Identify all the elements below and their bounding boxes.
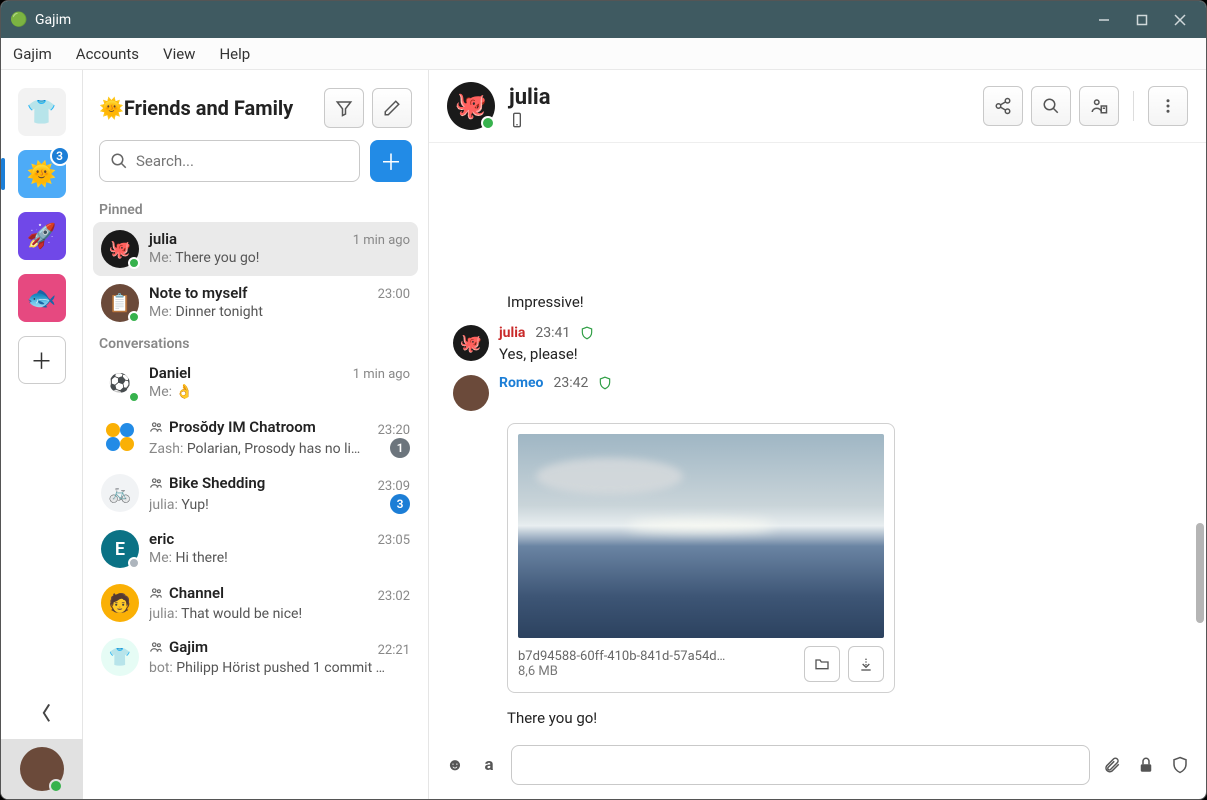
- search-box[interactable]: [99, 140, 360, 182]
- message-input[interactable]: [511, 745, 1090, 785]
- close-button[interactable]: [1172, 14, 1188, 26]
- conversation-item[interactable]: 📋 Note to myself23:00 Me: Dinner tonight: [93, 276, 418, 330]
- scrollbar-thumb[interactable]: [1196, 523, 1204, 623]
- search-chat-button[interactable]: [1031, 86, 1071, 126]
- emoji-button[interactable]: ☻: [443, 753, 467, 777]
- chat-header: 🐙 julia: [429, 70, 1206, 143]
- conversation-item[interactable]: 🧑 Channel23:02 julia: That would be nice…: [93, 576, 418, 630]
- open-folder-button[interactable]: [804, 646, 840, 682]
- chat-avatar[interactable]: 🐙: [447, 82, 495, 130]
- message-block: Romeo 23:42: [453, 375, 1182, 411]
- attach-button[interactable]: [1100, 753, 1124, 777]
- new-chat-button[interactable]: ＋: [370, 140, 412, 182]
- contact-info-button[interactable]: [1079, 86, 1119, 126]
- chat-title: julia: [509, 85, 550, 110]
- menu-view[interactable]: View: [163, 45, 195, 63]
- section-conversations: Conversations: [83, 330, 428, 356]
- message-time: 23:42: [553, 375, 588, 391]
- presence-indicator: [49, 779, 63, 793]
- attachment-size: 8,6 MB: [518, 664, 796, 679]
- attachment-image[interactable]: [518, 434, 884, 638]
- window-title: Gajim: [35, 12, 1096, 28]
- device-icon: [509, 112, 550, 128]
- download-button[interactable]: [848, 646, 884, 682]
- message-text: Impressive!: [507, 293, 1182, 311]
- chat-messages[interactable]: Impressive! 🐙 julia 23:41 Yes, please!: [429, 143, 1206, 737]
- message-text: There you go!: [507, 709, 1182, 727]
- add-workspace-button[interactable]: ＋: [18, 336, 66, 384]
- workspace-badge: 3: [50, 146, 70, 166]
- app-icon: 🟢: [11, 12, 27, 28]
- search-input[interactable]: [136, 152, 349, 170]
- workspace-fish[interactable]: 🐟: [18, 274, 66, 322]
- presence-indicator: [481, 116, 495, 130]
- message-avatar: 🐙: [453, 325, 489, 361]
- message-avatar: [453, 375, 489, 411]
- message-block: 🐙 julia 23:41 Yes, please!: [453, 325, 1182, 363]
- menu-gajim[interactable]: Gajim: [13, 45, 52, 63]
- attachment-card: b7d94588-60ff-410b-841d-57a54d… 8,6 MB: [507, 423, 895, 693]
- chat-pane: 🐙 julia Impressive!: [429, 70, 1206, 799]
- section-pinned: Pinned: [83, 196, 428, 222]
- conversation-item[interactable]: 🐙 julia1 min ago Me: There you go!: [93, 222, 418, 276]
- format-button[interactable]: a: [477, 753, 501, 777]
- edit-button[interactable]: [372, 88, 412, 128]
- encryption-icon: [598, 376, 612, 390]
- shield-button[interactable]: [1168, 753, 1192, 777]
- workspace-friends[interactable]: 🌞3: [18, 150, 66, 198]
- back-button[interactable]: 〈: [1, 687, 83, 739]
- titlebar[interactable]: 🟢 Gajim: [1, 1, 1206, 38]
- conversation-item[interactable]: 👕 Gajim22:21 bot: Philipp Hörist pushed …: [93, 630, 418, 684]
- conversation-item[interactable]: ⚽ Daniel1 min ago Me: 👌: [93, 356, 418, 410]
- workspace-rail: 👕 🌞3 🚀 🐟 ＋ 〈: [1, 70, 83, 799]
- encryption-icon: [580, 326, 594, 340]
- menu-help[interactable]: Help: [219, 45, 250, 63]
- conversation-item[interactable]: E eric23:05 Me: Hi there!: [93, 522, 418, 576]
- workspace-default[interactable]: 👕: [18, 88, 66, 136]
- filter-button[interactable]: [324, 88, 364, 128]
- conversation-item[interactable]: 🚲 Bike Shedding23:09 julia: Yup!3: [93, 466, 418, 522]
- share-button[interactable]: [983, 86, 1023, 126]
- more-menu-button[interactable]: [1148, 86, 1188, 126]
- message-sender: Romeo: [499, 375, 543, 391]
- encryption-button[interactable]: [1134, 753, 1158, 777]
- menu-accounts[interactable]: Accounts: [76, 45, 139, 63]
- app-window: 🟢 Gajim Gajim Accounts View Help 👕 🌞3 🚀 …: [0, 0, 1207, 800]
- message-text: Yes, please!: [499, 345, 594, 363]
- maximize-button[interactable]: [1134, 14, 1150, 26]
- conversation-list-pane: 🌞Friends and Family ＋ Pinned 🐙 julia1 mi…: [83, 70, 429, 799]
- minimize-button[interactable]: [1096, 14, 1112, 26]
- account-avatar[interactable]: [1, 739, 83, 799]
- search-icon: [110, 152, 128, 170]
- workspace-rocket[interactable]: 🚀: [18, 212, 66, 260]
- message-time: 23:41: [535, 325, 570, 341]
- menubar: Gajim Accounts View Help: [1, 38, 1206, 70]
- workspace-title: 🌞Friends and Family: [99, 96, 316, 120]
- conversation-item[interactable]: Prosŏdy IM Chatroom23:20 Zash: Polarian,…: [93, 410, 418, 466]
- chat-input-bar: ☻ a: [429, 737, 1206, 799]
- message-sender: julia: [499, 325, 525, 341]
- attachment-filename: b7d94588-60ff-410b-841d-57a54d…: [518, 649, 796, 664]
